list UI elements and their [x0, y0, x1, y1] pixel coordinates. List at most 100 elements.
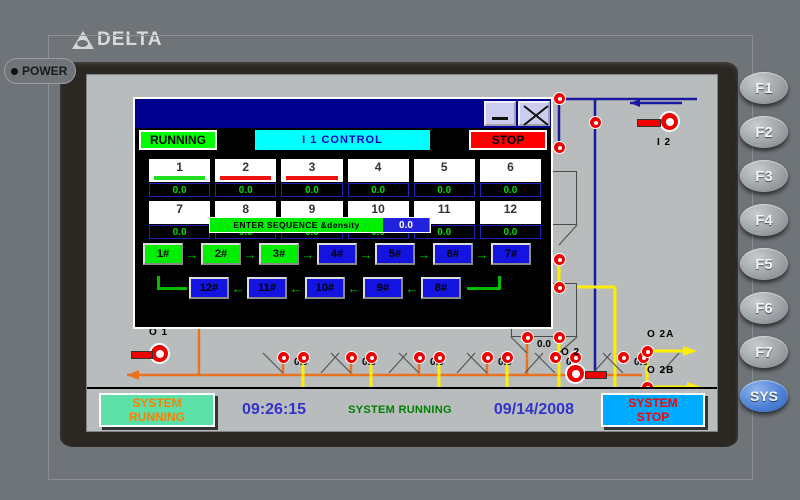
valve-hopper-3b[interactable]: [433, 351, 446, 364]
material-cell-id-2: 2: [242, 160, 250, 174]
function-key-sys[interactable]: SYS: [740, 380, 788, 412]
sequence-elbow-right: [461, 276, 507, 300]
function-key-f5[interactable]: F5: [740, 248, 788, 280]
system-running-button[interactable]: SYSTEM RUNNING: [99, 393, 215, 427]
material-cell-value-7: 0.0: [149, 225, 211, 239]
sequence-button-5[interactable]: 5#: [375, 243, 415, 265]
system-status-text: SYSTEM RUNNING: [348, 404, 452, 416]
sequence-entry-label: ENTER SEQUENCE &density: [233, 220, 360, 230]
material-cell-value-1: 0.0: [149, 183, 211, 197]
sequence-row-top: 1# → 2# → 3# → 4# → 5# → 6# → 7#: [143, 241, 547, 267]
function-key-f4[interactable]: F4: [740, 204, 788, 236]
material-cell-5[interactable]: 5 0.0: [413, 159, 475, 197]
function-key-f1[interactable]: F1: [740, 72, 788, 104]
control-application-window: RUNNING I 1 CONTROL STOP 1 0.0 2 0.0 3 0.0 4 0.…: [133, 97, 553, 329]
valve-hopper-4b[interactable]: [501, 351, 514, 364]
sequence-arrow-right-4: →: [359, 246, 373, 262]
material-cell-6[interactable]: 6 0.0: [479, 159, 541, 197]
system-running-button-line2: RUNNING: [129, 410, 185, 424]
sequence-arrow-right-6: →: [475, 246, 489, 262]
sequence-button-7[interactable]: 7#: [491, 243, 531, 265]
tag-o2: O 2: [561, 347, 581, 358]
pump-o2[interactable]: [565, 363, 586, 384]
bottom-center-info: 09:26:15 SYSTEM RUNNING 09/14/2008: [215, 401, 601, 419]
material-cell-bar-4: [353, 176, 404, 180]
material-cell-2[interactable]: 2 0.0: [215, 159, 277, 197]
close-icon[interactable]: [518, 101, 550, 126]
clock-time: 09:26:15: [242, 401, 307, 418]
sequence-button-2[interactable]: 2#: [201, 243, 241, 265]
minimize-icon[interactable]: [484, 101, 516, 126]
valve-silo12-in-b[interactable]: [553, 253, 566, 266]
valve-hopper-3a[interactable]: [413, 351, 426, 364]
material-cell-id-8: 8: [242, 202, 250, 216]
system-stop-button-line2: STOP: [636, 410, 670, 424]
material-cell-12[interactable]: 12 0.0: [479, 201, 541, 239]
power-label: POWER: [22, 64, 68, 78]
material-cell-3[interactable]: 3 0.0: [281, 159, 343, 197]
sequence-button-12[interactable]: 12#: [189, 277, 229, 299]
sequence-button-10[interactable]: 10#: [305, 277, 345, 299]
material-cell-4[interactable]: 4 0.0: [347, 159, 409, 197]
sequence-button-1[interactable]: 1#: [143, 243, 183, 265]
valve-hopper-4a[interactable]: [481, 351, 494, 364]
sequence-arrow-right-1: →: [185, 246, 199, 262]
sequence-button-3[interactable]: 3#: [259, 243, 299, 265]
function-key-f7[interactable]: F7: [740, 336, 788, 368]
sequence-button-8[interactable]: 8#: [421, 277, 461, 299]
material-cell-header-5: 5: [413, 159, 475, 182]
valve-hopper-6a[interactable]: [617, 351, 630, 364]
window-title-bar: [135, 99, 551, 128]
valve-silo12-out-a[interactable]: [521, 331, 534, 344]
system-stop-button-line1: SYSTEM: [628, 396, 678, 410]
material-cell-1[interactable]: 1 0.0: [149, 159, 211, 197]
sequence-button-11[interactable]: 11#: [247, 277, 287, 299]
valve-hopper-2b[interactable]: [365, 351, 378, 364]
valve-o2a[interactable]: [641, 345, 654, 358]
material-cell-header-6: 6: [479, 159, 541, 182]
tag-o2a: O 2A: [647, 329, 675, 340]
valve-header-2[interactable]: [589, 116, 602, 129]
function-key-f6[interactable]: F6: [740, 292, 788, 324]
sequence-button-6[interactable]: 6#: [433, 243, 473, 265]
stop-button[interactable]: STOP: [469, 130, 547, 150]
material-cell-value-2: 0.0: [215, 183, 277, 197]
material-cell-7[interactable]: 7 0.0: [149, 201, 211, 239]
material-cell-bar-2: [220, 176, 272, 180]
sequence-entry-value[interactable]: 0.0: [383, 218, 429, 232]
material-cell-id-3: 3: [308, 160, 316, 174]
material-cell-bar-6: [485, 176, 536, 180]
valve-silo6-out-b[interactable]: [553, 281, 566, 294]
sequence-arrow-right-5: →: [417, 246, 431, 262]
material-cell-value-6: 0.0: [479, 183, 541, 197]
sequence-button-9[interactable]: 9#: [363, 277, 403, 299]
material-cell-id-6: 6: [507, 160, 514, 174]
sequence-entry-bar[interactable]: ENTER SEQUENCE &density 0.0: [209, 217, 431, 233]
pump-i2[interactable]: [659, 111, 680, 132]
valve-hopper-1a[interactable]: [277, 351, 290, 364]
clock-date: 09/14/2008: [493, 401, 574, 418]
bottom-status-bar: SYSTEM RUNNING 09:26:15 SYSTEM RUNNING 0…: [87, 387, 717, 431]
power-led-icon: [11, 67, 18, 75]
function-key-f2[interactable]: F2: [740, 116, 788, 148]
valve-hopper-2a[interactable]: [345, 351, 358, 364]
system-stop-button[interactable]: SYSTEM STOP: [601, 393, 705, 427]
material-cell-bar-5: [419, 176, 470, 180]
sequence-elbow-left: [143, 276, 189, 300]
pump-o2-base: [585, 371, 607, 379]
material-cell-header-2: 2: [215, 159, 277, 182]
power-indicator: POWER: [4, 58, 76, 84]
material-cell-header-4: 4: [347, 159, 409, 182]
sequence-button-4[interactable]: 4#: [317, 243, 357, 265]
tag-o2b: O 2B: [647, 365, 675, 376]
valve-hopper-1b[interactable]: [297, 351, 310, 364]
running-badge[interactable]: RUNNING: [139, 130, 217, 150]
material-cell-id-7: 7: [176, 202, 183, 216]
valve-silo6-in-b[interactable]: [553, 141, 566, 154]
system-running-button-line1: SYSTEM: [132, 396, 182, 410]
function-key-f3[interactable]: F3: [740, 160, 788, 192]
material-cell-bar-7: [154, 218, 205, 222]
valve-silo12-out-b[interactable]: [553, 331, 566, 344]
material-cell-bar-12: [485, 218, 536, 222]
valve-header-1[interactable]: [553, 92, 566, 105]
